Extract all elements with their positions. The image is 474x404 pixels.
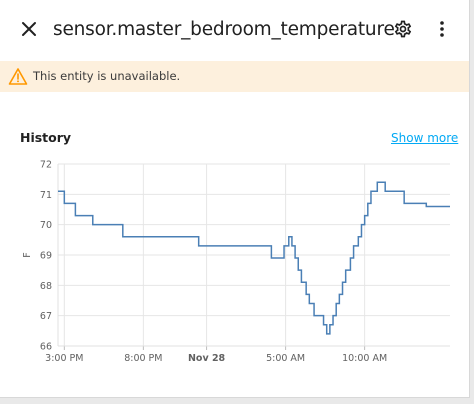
x-tick-label: Nov 28 — [188, 353, 226, 364]
dots-vertical-icon — [439, 20, 445, 42]
y-tick-label: 68 — [40, 281, 52, 292]
y-tick-label: 66 — [40, 342, 52, 353]
x-tick-label: 8:00 PM — [124, 353, 162, 364]
dialog-header: sensor.master_bedroom_temperature — [0, 0, 469, 60]
more-options-button[interactable] — [428, 17, 456, 45]
y-tick-label: 71 — [40, 190, 52, 201]
entity-dialog: sensor.master_bedroom_temperature This e… — [0, 0, 470, 398]
y-tick-label: 70 — [40, 220, 52, 231]
y-axis-label: F — [22, 252, 33, 257]
history-chart: 72 71 70 69 68 67 663:00 PM 8:00 PM Nov 28 5:00 A… — [22, 160, 450, 364]
unavailable-alert: This entity is unavailable. — [0, 61, 469, 92]
x-tick-label: 3:00 PM — [45, 353, 83, 364]
close-button[interactable] — [14, 16, 44, 46]
close-icon — [21, 21, 37, 41]
series-line — [58, 181, 450, 335]
warning-icon — [8, 67, 28, 86]
history-heading: History — [20, 130, 72, 145]
x-tick-label: 10:00 AM — [342, 353, 387, 364]
y-tick-label: 72 — [40, 160, 52, 171]
show-more-link[interactable]: Show more — [391, 131, 458, 145]
settings-button[interactable] — [389, 17, 417, 45]
alert-message: This entity is unavailable. — [33, 69, 181, 83]
x-tick-label: 5:00 AM — [266, 353, 305, 364]
gear-icon — [393, 19, 413, 43]
y-tick-label: 69 — [40, 251, 52, 262]
dialog-title: sensor.master_bedroom_temperature — [53, 19, 395, 40]
y-tick-label: 67 — [40, 311, 52, 322]
